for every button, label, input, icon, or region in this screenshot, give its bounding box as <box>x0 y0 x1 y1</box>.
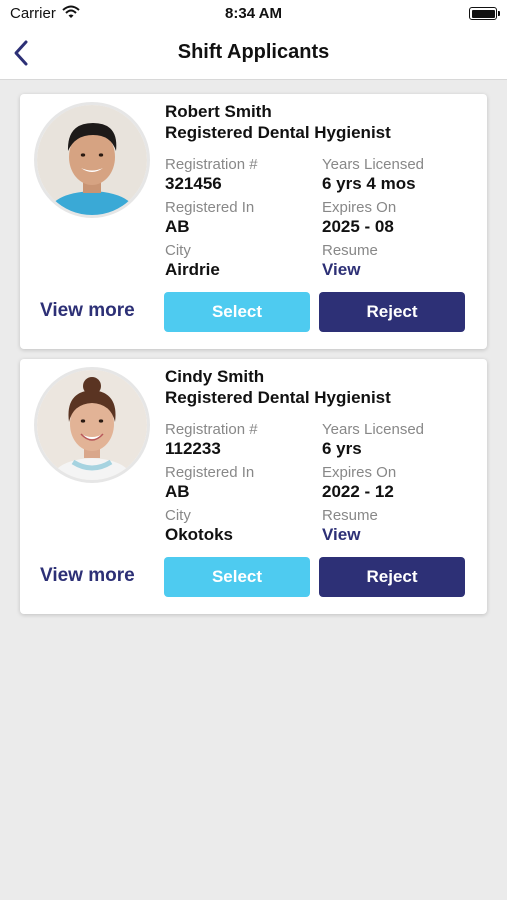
applicant-photo-male <box>37 105 147 215</box>
city-value: Okotoks <box>165 525 234 544</box>
applicant-name: Cindy Smith <box>165 367 265 386</box>
resume-view-link[interactable]: View <box>322 525 360 545</box>
reject-button[interactable]: Reject <box>319 557 465 597</box>
applicant-role: Registered Dental Hygienist <box>165 388 391 407</box>
applicant-card: Cindy Smith Registered Dental Hygienist … <box>20 359 487 614</box>
registration-value: 321456 <box>165 174 222 193</box>
select-button[interactable]: Select <box>164 292 310 332</box>
resume-label: Resume <box>322 242 378 259</box>
city-label: City <box>165 507 191 524</box>
registered-in-value: AB <box>165 482 190 501</box>
years-licensed-label: Years Licensed <box>322 156 425 173</box>
view-more-link[interactable]: View more <box>40 565 135 587</box>
applicant-list: Robert Smith Registered Dental Hygienist… <box>20 94 487 624</box>
resume-view-link[interactable]: View <box>322 260 360 280</box>
years-licensed-value: 6 yrs <box>322 439 362 458</box>
years-licensed-value: 6 yrs 4 mos <box>322 174 416 193</box>
status-bar: Carrier 8:34 AM <box>0 0 507 28</box>
navigation-bar: Shift Applicants <box>0 28 507 80</box>
expires-on-label: Expires On <box>322 199 397 216</box>
years-licensed-label: Years Licensed <box>322 421 425 438</box>
status-time: 8:34 AM <box>225 5 282 22</box>
registration-value: 112233 <box>165 439 221 458</box>
applicant-photo-female <box>37 370 147 480</box>
applicant-role: Registered Dental Hygienist <box>165 123 391 142</box>
page-title: Shift Applicants <box>177 41 330 63</box>
reject-button[interactable]: Reject <box>319 292 465 332</box>
battery-icon <box>469 7 500 20</box>
city-label: City <box>165 242 191 259</box>
expires-on-value: 2022 - 12 <box>322 482 394 501</box>
registered-in-label: Registered In <box>165 464 255 481</box>
city-value: Airdrie <box>165 260 220 279</box>
registration-label: Registration # <box>165 421 258 438</box>
registration-label: Registration # <box>165 156 258 173</box>
avatar <box>34 102 150 218</box>
resume-label: Resume <box>322 507 378 524</box>
applicant-name: Robert Smith <box>165 102 272 121</box>
expires-on-label: Expires On <box>322 464 397 481</box>
avatar <box>34 367 150 483</box>
registered-in-label: Registered In <box>165 199 255 216</box>
expires-on-value: 2025 - 08 <box>322 217 394 236</box>
registered-in-value: AB <box>165 217 190 236</box>
applicant-card: Robert Smith Registered Dental Hygienist… <box>20 94 487 349</box>
view-more-link[interactable]: View more <box>40 300 135 322</box>
select-button[interactable]: Select <box>164 557 310 597</box>
